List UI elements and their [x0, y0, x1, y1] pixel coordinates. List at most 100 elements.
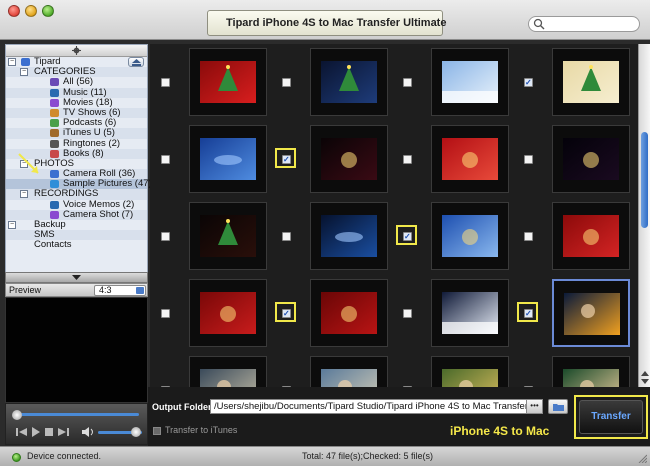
photo-thumbnail[interactable]: [431, 202, 509, 270]
photo-image: [200, 215, 256, 257]
playback-progress-track[interactable]: [14, 413, 139, 416]
transfer-button[interactable]: Transfer: [579, 400, 643, 434]
music-icon: [50, 88, 59, 97]
photo-checkbox[interactable]: [161, 232, 170, 241]
open-folder-button[interactable]: [548, 399, 568, 414]
photo-checkbox[interactable]: [161, 78, 170, 87]
camera-roll-icon: [50, 170, 59, 179]
photo-thumbnail[interactable]: [310, 356, 388, 387]
aspect-ratio-value: 4:3: [99, 285, 112, 295]
media-player: [5, 403, 148, 445]
scroll-up-arrow-icon[interactable]: [641, 370, 649, 377]
checkbox-highlight: [517, 302, 538, 322]
minimize-window-button[interactable]: [25, 5, 37, 17]
output-folder-path[interactable]: /Users/shejibu/Documents/Tipard Studio/T…: [210, 399, 540, 414]
photo-thumbnail[interactable]: [310, 48, 388, 116]
volume-knob[interactable]: [131, 427, 142, 437]
photo-image: [442, 215, 498, 257]
gear-icon[interactable]: [72, 46, 81, 55]
iphone-icon: [21, 58, 30, 66]
photo-thumbnail[interactable]: [189, 125, 267, 193]
photo-checkbox[interactable]: [524, 155, 533, 164]
scroll-down-arrow-icon[interactable]: [641, 378, 649, 385]
playback-progress-knob[interactable]: [12, 410, 22, 420]
promo-caption: iPhone 4S to Mac: [450, 424, 550, 438]
checkmark-icon: ✓: [525, 78, 532, 87]
search-field[interactable]: [528, 16, 640, 32]
sidebar-item-label: iTunes U (5): [63, 127, 115, 139]
photo-checkbox[interactable]: [282, 232, 291, 241]
transfer-to-itunes-label: Transfer to iTunes: [165, 425, 238, 435]
sidebar-item[interactable]: iTunes U (5): [6, 127, 147, 139]
photo-image: [200, 369, 256, 387]
collapse-toggle-icon[interactable]: −: [20, 190, 28, 199]
search-icon: [533, 18, 545, 30]
photo-checkbox[interactable]: [403, 78, 412, 87]
collapse-arrow-icon: [72, 275, 81, 280]
grid-scrollbar[interactable]: [638, 44, 650, 387]
photo-thumbnail[interactable]: [431, 125, 509, 193]
photo-thumbnail[interactable]: [431, 279, 509, 347]
photo-checkbox[interactable]: [161, 309, 170, 318]
collapse-toggle-icon[interactable]: −: [8, 58, 16, 66]
transfer-highlight: Transfer: [574, 395, 648, 439]
photo-thumbnail[interactable]: [189, 356, 267, 387]
sidebar-item[interactable]: Camera Shot (7): [6, 209, 147, 220]
stop-icon[interactable]: [44, 427, 55, 437]
sidebar-item[interactable]: Contacts: [6, 240, 147, 250]
search-input[interactable]: [548, 18, 628, 30]
eject-icon: [132, 59, 141, 66]
itunes-u-icon: [50, 129, 59, 138]
close-window-button[interactable]: [8, 5, 20, 17]
collapse-toggle-icon[interactable]: −: [20, 68, 28, 77]
connected-status-icon: [12, 453, 21, 462]
sidebar-item[interactable]: − Backup: [6, 219, 147, 230]
photo-image: [563, 215, 619, 257]
photo-image: [321, 369, 377, 387]
photo-thumbnail[interactable]: [189, 202, 267, 270]
photo-image: [200, 138, 256, 180]
photo-checkbox[interactable]: ✓: [524, 78, 533, 87]
photo-thumbnail[interactable]: [310, 125, 388, 193]
status-bar: Device connected. Total: 47 file(s);Chec…: [0, 446, 650, 466]
scroll-thumb[interactable]: [641, 132, 648, 228]
camera-shot-icon: [50, 210, 59, 219]
photo-thumbnail[interactable]: [310, 202, 388, 270]
photo-image: [200, 292, 256, 334]
photo-image: [321, 292, 377, 334]
photo-thumbnail[interactable]: [552, 202, 630, 270]
output-folder-label: Output Folder:: [152, 402, 215, 412]
books-icon: [50, 149, 59, 158]
transfer-to-itunes-checkbox[interactable]: [153, 427, 161, 435]
photo-thumbnail[interactable]: [310, 279, 388, 347]
photo-thumbnail[interactable]: [189, 279, 267, 347]
photo-checkbox[interactable]: [282, 78, 291, 87]
photo-thumbnail[interactable]: [431, 356, 509, 387]
photo-thumbnail[interactable]: [552, 125, 630, 193]
preview-splitter[interactable]: [5, 272, 148, 283]
photo-checkbox[interactable]: [524, 232, 533, 241]
play-icon[interactable]: [30, 427, 41, 437]
photo-thumbnail[interactable]: [552, 279, 630, 347]
collapse-toggle-icon[interactable]: −: [8, 221, 16, 229]
podcasts-icon: [50, 119, 59, 128]
resize-grip-icon[interactable]: [637, 453, 647, 463]
photo-thumbnail[interactable]: [431, 48, 509, 116]
zoom-window-button[interactable]: [42, 5, 54, 17]
sidebar-item[interactable]: SMS: [6, 229, 147, 241]
aspect-ratio-select[interactable]: 4:3: [94, 285, 146, 296]
browse-more-button[interactable]: •••: [526, 399, 543, 414]
photo-thumbnail[interactable]: [552, 48, 630, 116]
previous-icon[interactable]: [16, 427, 27, 437]
photo-checkbox[interactable]: [403, 155, 412, 164]
photo-image: [564, 293, 620, 335]
photo-thumbnail[interactable]: [189, 48, 267, 116]
device-sidebar: − Tipard − CATEGORIES All (56) Music (11) Movi…: [5, 44, 152, 274]
eject-button[interactable]: [128, 57, 144, 67]
next-icon[interactable]: [58, 427, 69, 437]
photo-checkbox[interactable]: [403, 309, 412, 318]
sidebar-item-label: Contacts: [34, 239, 72, 251]
photo-image: [442, 369, 498, 387]
photo-thumbnail[interactable]: [552, 356, 630, 387]
photo-checkbox[interactable]: [161, 155, 170, 164]
